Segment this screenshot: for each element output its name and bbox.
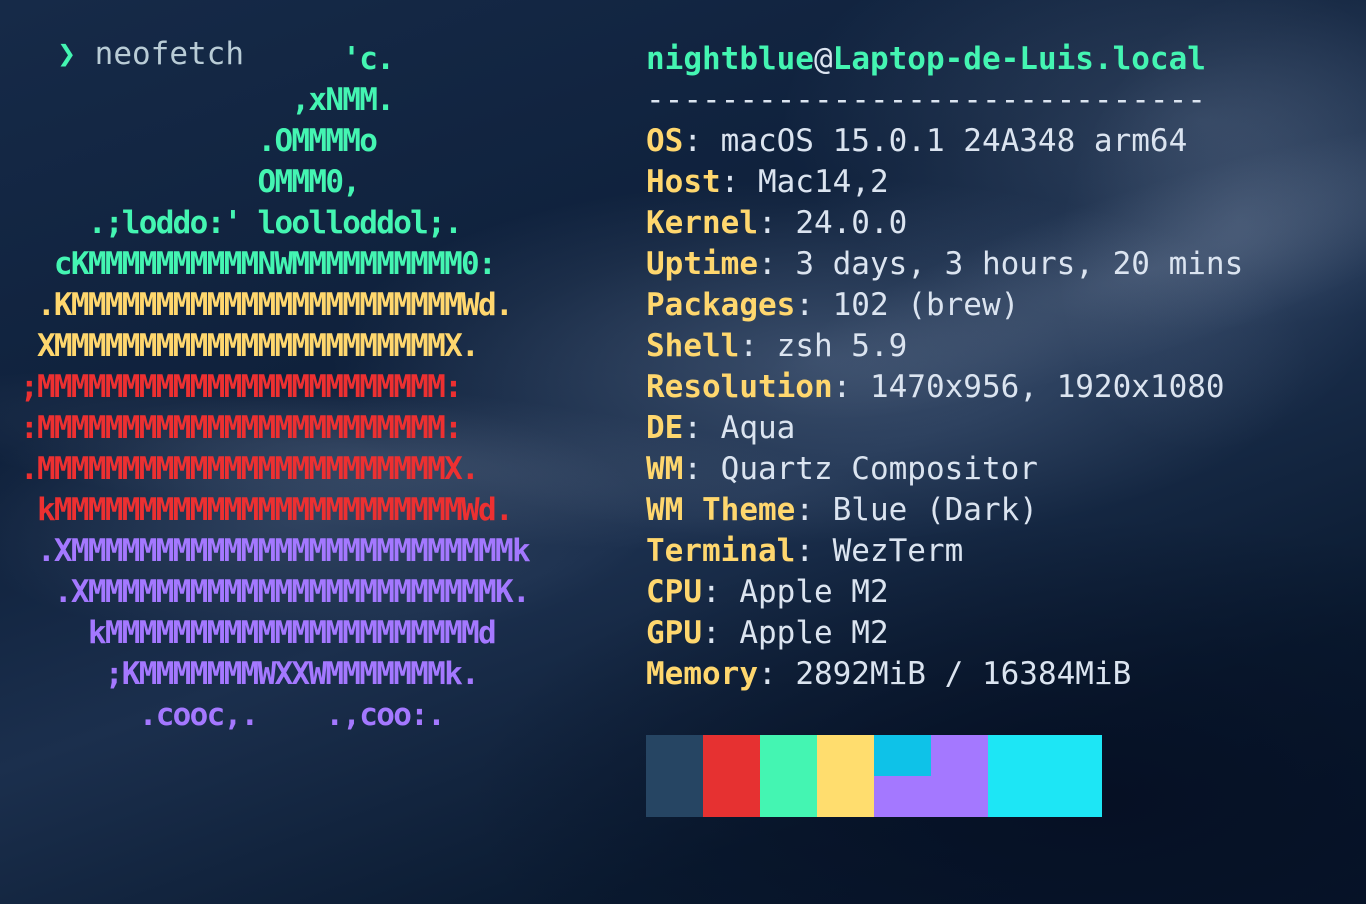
info-key: Resolution <box>646 369 833 405</box>
info-key: Uptime <box>646 246 758 282</box>
logo-line: .MMMMMMMMMMMMMMMMMMMMMMMMX. <box>20 451 480 487</box>
color-swatch <box>988 735 1102 817</box>
info-field: WM Theme: Blue (Dark) <box>646 492 1038 528</box>
logo-line: .KMMMMMMMMMMMMMMMMMMMMMMMWd. <box>20 287 514 323</box>
info-key: OS <box>646 123 684 159</box>
info-field: WM: Quartz Compositor <box>646 451 1038 487</box>
info-key: DE <box>646 410 684 446</box>
info-value: Apple M2 <box>739 615 889 651</box>
info-value: 102 (brew) <box>832 287 1020 323</box>
info-field: DE: Aqua <box>646 410 796 446</box>
logo-line: ;KMMMMMMMWXXWMMMMMMMk. <box>20 656 480 692</box>
separator-line: ------------------------------ <box>646 82 1206 118</box>
logo-line: kMMMMMMMMMMMMMMMMMMMMMMd <box>20 615 497 651</box>
info-value: Aqua <box>720 410 796 446</box>
info-key: Kernel <box>646 205 758 241</box>
system-info-panel: nightblue@Laptop-de-Luis.local ---------… <box>646 39 1243 695</box>
info-value: 24.0.0 <box>795 205 908 241</box>
logo-line: .OMMMMo <box>20 123 377 159</box>
username: nightblue <box>646 41 814 77</box>
color-palette <box>646 735 1102 817</box>
color-swatch <box>874 776 988 817</box>
info-field: Memory: 2892MiB / 16384MiB <box>646 656 1132 692</box>
info-value: Mac14,2 <box>757 164 889 200</box>
color-swatch <box>817 735 874 817</box>
color-swatch <box>874 735 931 776</box>
shell-prompt[interactable]: ❯ neofetch <box>20 0 244 72</box>
info-field: CPU: Apple M2 <box>646 574 889 610</box>
logo-line: cKMMMMMMMMMMNWMMMMMMMMMM0: <box>20 246 497 282</box>
info-value: macOS 15.0.1 24A348 arm64 <box>720 123 1188 159</box>
info-key: WM Theme <box>646 492 796 528</box>
info-key: Terminal <box>646 533 796 569</box>
info-field: Kernel: 24.0.0 <box>646 205 908 241</box>
hostname: Laptop-de-Luis.local <box>832 41 1206 77</box>
logo-line: 'c. <box>20 41 395 77</box>
info-field: Resolution: 1470x956, 1920x1080 <box>646 369 1225 405</box>
color-swatch <box>760 735 817 817</box>
info-value: 1470x956, 1920x1080 <box>869 369 1225 405</box>
info-field: Terminal: WezTerm <box>646 533 964 569</box>
logo-line: kMMMMMMMMMMMMMMMMMMMMMMMMWd. <box>20 492 514 528</box>
info-value: 3 days, 3 hours, 20 mins <box>795 246 1244 282</box>
logo-line: .;loddo:' loolloddol;. <box>20 205 463 241</box>
info-key: CPU <box>646 574 702 610</box>
info-field: GPU: Apple M2 <box>646 615 889 651</box>
color-swatch <box>931 735 988 776</box>
info-field: Packages: 102 (brew) <box>646 287 1020 323</box>
info-value: Apple M2 <box>739 574 889 610</box>
info-value: 2892MiB / 16384MiB <box>795 656 1132 692</box>
color-swatch <box>646 735 703 817</box>
apple-ascii-logo: 'c. ,xNMM. .OMMMMo OMMM0, .;loddo:' lool… <box>20 39 531 736</box>
at-sign: @ <box>813 41 833 77</box>
logo-line: .XMMMMMMMMMMMMMMMMMMMMMMMMK. <box>20 574 531 610</box>
color-swatch <box>703 735 760 817</box>
info-value: zsh 5.9 <box>776 328 908 364</box>
logo-line: :MMMMMMMMMMMMMMMMMMMMMMMM: <box>20 410 463 446</box>
user-host-line: nightblue@Laptop-de-Luis.local <box>646 39 1243 80</box>
info-key: Packages <box>646 287 796 323</box>
info-field: Shell: zsh 5.9 <box>646 328 908 364</box>
info-key: WM <box>646 451 684 487</box>
info-key: Shell <box>646 328 740 364</box>
info-key: Memory <box>646 656 758 692</box>
info-value: WezTerm <box>832 533 964 569</box>
info-field: Uptime: 3 days, 3 hours, 20 mins <box>646 246 1244 282</box>
info-key: GPU <box>646 615 702 651</box>
logo-line: OMMM0, <box>20 164 360 200</box>
logo-line: ,xNMM. <box>20 82 394 118</box>
info-field: OS: macOS 15.0.1 24A348 arm64 <box>646 123 1188 159</box>
info-field: Host: Mac14,2 <box>646 164 889 200</box>
logo-line: XMMMMMMMMMMMMMMMMMMMMMMMX. <box>20 328 480 364</box>
info-fields: OS: macOS 15.0.1 24A348 arm64 Host: Mac14… <box>646 121 1243 695</box>
info-value: Quartz Compositor <box>720 451 1038 487</box>
info-value: Blue (Dark) <box>832 492 1038 528</box>
logo-line: .cooc,. .,coo:. <box>20 697 446 733</box>
logo-line: .XMMMMMMMMMMMMMMMMMMMMMMMMMMk <box>20 533 531 569</box>
logo-line: ;MMMMMMMMMMMMMMMMMMMMMMMM: <box>20 369 463 405</box>
info-key: Host <box>646 164 721 200</box>
